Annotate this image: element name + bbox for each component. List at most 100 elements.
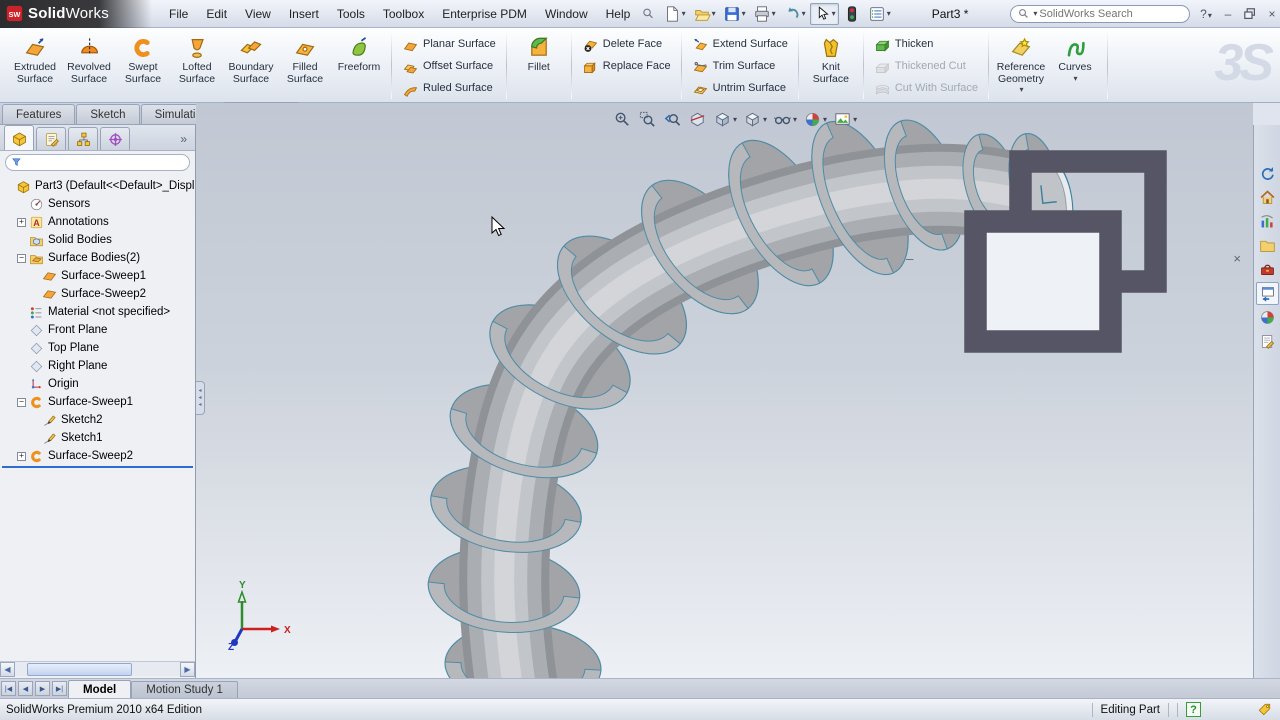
extruded-surface-button[interactable]: ExtrudedSurface: [8, 32, 62, 86]
panel-tab-pm-config[interactable]: [68, 127, 98, 150]
display-style-button[interactable]: ▾: [741, 108, 769, 131]
menu-help[interactable]: Help: [597, 5, 640, 23]
menu-edit[interactable]: Edit: [197, 5, 236, 23]
scroll-left-button[interactable]: ◀: [0, 662, 15, 677]
edit-appearance-dropdown-icon[interactable]: ▾: [823, 115, 827, 124]
extend-surface-button[interactable]: Extend Surface: [687, 34, 793, 56]
quick-tips-button[interactable]: ?: [1186, 702, 1201, 717]
rebuild-button[interactable]: [840, 3, 864, 25]
menu-enterprise-pdm[interactable]: Enterprise PDM: [433, 5, 536, 23]
undo-dropdown-icon[interactable]: ▾: [802, 9, 806, 18]
fillet-button[interactable]: Fillet: [512, 32, 566, 75]
zoom-to-area-button[interactable]: [636, 108, 659, 131]
graphics-viewport[interactable]: ▾▾▾▾▾ – × ◂◂◂ XYZ: [196, 103, 1253, 678]
tree-item-surface-bodies-2[interactable]: −Surface Bodies(2): [0, 249, 195, 267]
view-orientation-dropdown-icon[interactable]: ▾: [733, 115, 737, 124]
reference-geometry-button[interactable]: ReferenceGeometry▾: [994, 32, 1048, 95]
filled-surface-button[interactable]: FilledSurface: [278, 32, 332, 86]
tab-features[interactable]: Features: [2, 104, 75, 124]
print-button[interactable]: ▾: [750, 3, 779, 25]
section-view-button[interactable]: [686, 108, 709, 131]
display-style-dropdown-icon[interactable]: ▾: [763, 115, 767, 124]
tree-item-origin[interactable]: Origin: [0, 375, 195, 393]
hide-show-items-dropdown-icon[interactable]: ▾: [793, 115, 797, 124]
edit-appearance-button[interactable]: ▾: [801, 108, 829, 131]
panel-splitter-handle[interactable]: ◂◂◂: [196, 381, 205, 415]
tree-item-part3-default-default-display[interactable]: Part3 (Default<<Default>_Display: [0, 177, 195, 195]
expand-toggle[interactable]: +: [17, 452, 26, 461]
open-dropdown-icon[interactable]: ▾: [712, 9, 716, 18]
doc-minimize-button[interactable]: –: [906, 252, 913, 266]
menu-search-icon[interactable]: [641, 6, 655, 21]
sheet-nav-button-2[interactable]: ▶: [35, 681, 50, 696]
select-button[interactable]: ▾: [810, 3, 839, 25]
new-document-button[interactable]: ▾: [660, 3, 689, 25]
trim-surface-button[interactable]: Trim Surface: [687, 56, 781, 78]
lofted-surface-button[interactable]: LoftedSurface: [170, 32, 224, 86]
panel-tab-pm-property[interactable]: [36, 127, 66, 150]
taskpane-design-library-button[interactable]: [1256, 186, 1279, 209]
taskpane-custom-properties-button[interactable]: [1256, 330, 1279, 353]
minimize-button[interactable]: –: [1220, 7, 1236, 21]
sheet-nav-button-0[interactable]: |◀: [1, 681, 16, 696]
search-input[interactable]: [1039, 8, 1183, 20]
previous-view-button[interactable]: [661, 108, 684, 131]
menu-window[interactable]: Window: [536, 5, 597, 23]
options-button[interactable]: ▾: [865, 3, 894, 25]
close-button[interactable]: ×: [1264, 7, 1280, 21]
print-dropdown-icon[interactable]: ▾: [772, 9, 776, 18]
search-caret-icon[interactable]: ▾: [1033, 9, 1037, 18]
help-button[interactable]: ?▾: [1198, 7, 1214, 21]
taskpane-file-explorer-button[interactable]: [1256, 210, 1279, 233]
taskpane-toolbox-button[interactable]: [1256, 258, 1279, 281]
save-button[interactable]: ▾: [720, 3, 749, 25]
menu-toolbox[interactable]: Toolbox: [374, 5, 433, 23]
tree-item-annotations[interactable]: +AAnnotations: [0, 213, 195, 231]
doc-tab-motion-study-1[interactable]: Motion Study 1: [131, 681, 238, 698]
panel-tab-pm-feature[interactable]: [4, 125, 34, 150]
offset-surface-button[interactable]: Offset Surface: [397, 56, 498, 78]
dropdown-caret-icon[interactable]: ▾: [1073, 74, 1077, 83]
ruled-surface-button[interactable]: Ruled Surface: [397, 78, 498, 100]
undo-button[interactable]: ▾: [780, 3, 809, 25]
collapse-toggle[interactable]: −: [17, 398, 26, 407]
curves-button[interactable]: Curves▾: [1048, 32, 1102, 84]
hide-show-items-button[interactable]: ▾: [771, 108, 799, 131]
taskpane-solidworks-resources-button[interactable]: [1256, 162, 1279, 185]
scroll-right-button[interactable]: ▶: [180, 662, 195, 677]
tree-item-front-plane[interactable]: Front Plane: [0, 321, 195, 339]
doc-close-button[interactable]: ×: [1233, 252, 1241, 266]
save-dropdown-icon[interactable]: ▾: [742, 9, 746, 18]
delete-face-button[interactable]: Delete Face: [577, 34, 667, 56]
tree-item-sketch1[interactable]: Sketch1: [0, 429, 195, 447]
boundary-surface-button[interactable]: BoundarySurface: [224, 32, 278, 86]
revolved-surface-button[interactable]: RevolvedSurface: [62, 32, 116, 86]
zoom-to-fit-button[interactable]: [611, 108, 634, 131]
tab-sketch[interactable]: Sketch: [76, 104, 139, 124]
view-orientation-button[interactable]: ▾: [711, 108, 739, 131]
taskpane-view-palette-button[interactable]: [1256, 282, 1279, 305]
tree-item-solid-bodies[interactable]: Solid Bodies: [0, 231, 195, 249]
tree-item-material-not-specified[interactable]: Material <not specified>: [0, 303, 195, 321]
freeform-button[interactable]: Freeform: [332, 32, 386, 75]
replace-face-button[interactable]: Replace Face: [577, 56, 676, 78]
menu-view[interactable]: View: [236, 5, 280, 23]
rollback-bar[interactable]: [2, 466, 193, 468]
planar-surface-button[interactable]: Planar Surface: [397, 34, 501, 56]
collapse-toggle[interactable]: −: [17, 254, 26, 263]
restore-button[interactable]: [1242, 6, 1258, 22]
new-document-dropdown-icon[interactable]: ▾: [682, 9, 686, 18]
tree-item-top-plane[interactable]: Top Plane: [0, 339, 195, 357]
menu-insert[interactable]: Insert: [280, 5, 328, 23]
options-dropdown-icon[interactable]: ▾: [887, 9, 891, 18]
taskpane-appearances-scenes-button[interactable]: [1256, 306, 1279, 329]
search-box[interactable]: ▾: [1010, 5, 1190, 23]
doc-restore-button[interactable]: [923, 109, 1223, 409]
tree-filter-input[interactable]: [5, 154, 190, 171]
tree-item-surface-sweep1[interactable]: Surface-Sweep1: [0, 267, 195, 285]
taskpane-search-results-button[interactable]: [1256, 234, 1279, 257]
scroll-thumb[interactable]: [27, 663, 132, 676]
menu-file[interactable]: File: [160, 5, 197, 23]
tree-item-right-plane[interactable]: Right Plane: [0, 357, 195, 375]
menu-tools[interactable]: Tools: [328, 5, 374, 23]
